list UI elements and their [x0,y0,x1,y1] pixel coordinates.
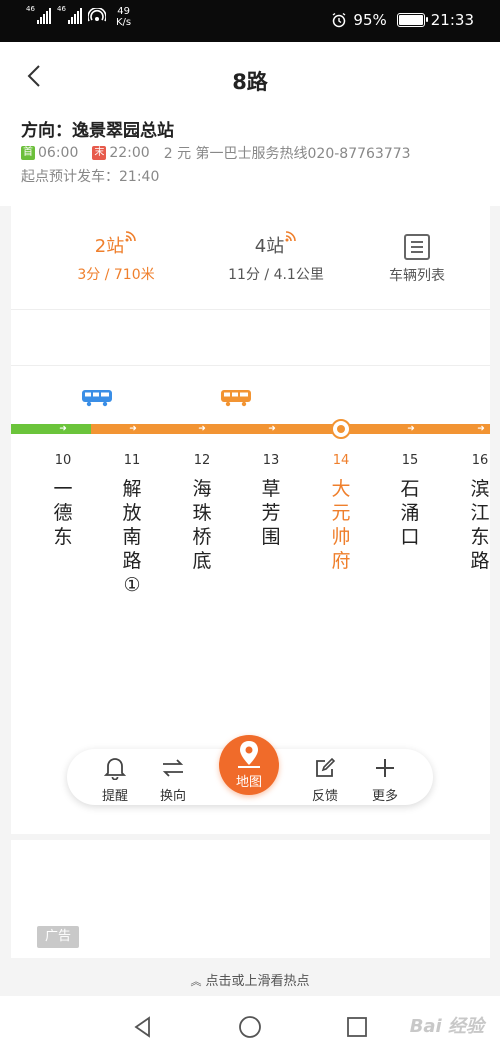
chevron-up-icon: ︽ [190,975,202,988]
bus-icon[interactable] [81,389,113,407]
vehicle-list-button[interactable]: 车辆列表 [377,234,457,285]
direction-arrow-icon: ➜ [198,424,206,434]
direction-arrow-icon: ➜ [477,424,485,434]
stop-name: 大元帅府 [331,478,351,572]
bus2-stops: 4站 [254,236,285,257]
fare-hotline: 2 元 第一巴士服务热线020-87763773 [163,146,411,162]
edit-icon [316,757,336,777]
direction-line: 方向：逸景翠园总站 [21,116,174,141]
departure-estimate: 起点预计发车：21:40 [21,169,160,185]
battery-icon [396,13,428,27]
network-type-label: 46 [26,5,35,13]
network-speed: 49 K/s [116,6,132,28]
stop-item[interactable]: 16 滨江东路 [468,453,492,573]
next-bus-1[interactable]: 2站 3分 / 710米 [61,231,171,284]
bus-icon[interactable] [220,389,252,407]
battery-percent: 95% [353,11,387,29]
last-bus-time: 22:00 [109,145,150,161]
hint-text: 点击或上滑看热点 [205,974,310,989]
stop-number: 10 [54,453,72,468]
stop-number: 12 [193,453,211,468]
track-upcoming-segment [91,424,490,434]
direction-label: 方向： [21,121,72,141]
stop-name: 滨江东路 [470,478,490,572]
system-nav-bar: Bai 经验 [0,996,500,1057]
map-label: 地图 [235,775,262,790]
hotspot-icon [88,8,106,22]
bus2-eta: 11分 / 4.1公里 [228,267,324,283]
alarm-icon [333,12,346,28]
stop-name: 解放南路① [122,478,142,596]
bell-icon [104,758,126,780]
switch-direction-button[interactable]: 换向 [151,755,195,804]
page-title: 8路 [232,70,268,94]
route-card: 2站 3分 / 710米 4站 11分 / 4.1公里 车辆列表 ➜ ➜ ➜ ➜… [11,206,490,834]
stop-name: 草芳围 [261,478,281,548]
realtime-signal-icon [125,231,137,242]
stop-item-current[interactable]: 14 大元帅府 [329,453,353,573]
current-stop-marker [331,419,351,439]
direction-arrow-icon: ➜ [129,424,137,434]
hotspot-hint[interactable]: ︽ 点击或上滑看热点 [0,970,500,989]
map-button[interactable]: 地图 [219,735,279,795]
stop-name: 石涌口 [400,478,420,548]
stop-number: 14 [332,453,350,468]
nav-back-icon[interactable] [131,1015,155,1039]
map-pin-icon [238,741,260,768]
cell-signal-icon-1: 46 [26,5,51,24]
first-bus-badge: 首 [21,146,35,160]
first-bus-time: 06:00 [38,145,79,161]
realtime-signal-icon [285,231,297,242]
stop-item[interactable]: 12 海珠桥底 [190,453,214,573]
switch-label: 换向 [159,789,186,804]
direction-value: 逸景翠园总站 [72,121,174,141]
stop-number: 16 [471,453,489,468]
watermark: Bai 经验 [409,1016,484,1037]
nav-recents-icon[interactable] [345,1015,369,1039]
remind-label: 提醒 [101,789,128,804]
stop-item[interactable]: 11 解放南路① [120,453,144,597]
plus-icon [376,759,394,777]
stop-number: 13 [262,453,280,468]
direction-arrow-icon: ➜ [268,424,276,434]
stop-item[interactable]: 10 一德东 [51,453,75,549]
network-type-label: 46 [57,5,66,13]
last-bus-badge: 末 [92,146,107,160]
bus1-eta: 3分 / 710米 [77,267,155,283]
service-times: 首 06:00 末 22:00 2 元 第一巴士服务热线020-87763773 [21,143,411,163]
ad-banner[interactable]: 广告 [11,840,490,958]
direction-arrow-icon: ➜ [59,424,67,434]
swap-icon [162,759,184,777]
cell-signal-icon-2: 46 [57,5,82,24]
more-label: 更多 [371,789,398,804]
next-bus-2[interactable]: 4站 11分 / 4.1公里 [211,231,341,284]
clock: 21:33 [430,11,474,29]
track-passed-segment [11,424,91,434]
stop-name: 一德东 [53,478,73,548]
stop-item[interactable]: 13 草芳围 [259,453,283,549]
feedback-label: 反馈 [311,789,338,804]
route-track: ➜ ➜ ➜ ➜ ➜ ➜ [11,424,490,434]
stop-number: 11 [123,453,141,468]
action-toolbar: 提醒 换向 地图 反馈 更多 [67,735,433,805]
direction-arrow-icon: ➜ [407,424,415,434]
bus1-stops: 2站 [94,236,125,257]
stop-item[interactable]: 15 石涌口 [398,453,422,549]
vehicle-list-label: 车辆列表 [389,268,445,284]
remind-button[interactable]: 提醒 [93,755,137,804]
route-header: 8路 方向：逸景翠园总站 首 06:00 末 22:00 2 元 第一巴士服务热… [0,42,500,206]
ad-tag: 广告 [37,926,79,948]
nav-home-icon[interactable] [238,1015,262,1039]
feedback-button[interactable]: 反馈 [303,755,347,804]
more-button[interactable]: 更多 [363,755,407,804]
arrival-summary: 2站 3分 / 710米 4站 11分 / 4.1公里 车辆列表 [11,206,490,310]
stop-number: 15 [401,453,419,468]
stop-name: 海珠桥底 [192,478,212,572]
list-icon [404,234,430,260]
status-bar: 46 46 49 K/s 95% 21:33 [0,0,500,42]
spacer-band [11,310,490,366]
